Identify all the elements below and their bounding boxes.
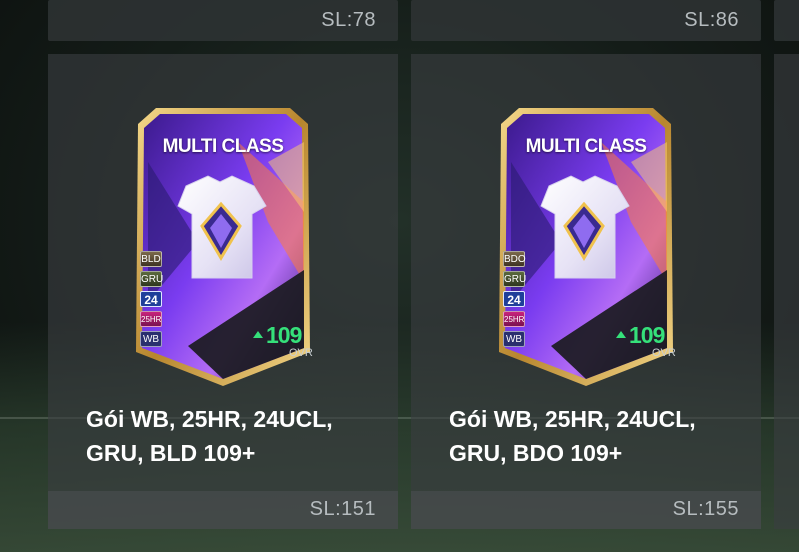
pack-tile-top-1[interactable]: SL:78 [48,0,398,41]
player-card: MULTI CLASS BLD GRU 24 25HR WB 109 OVR [128,102,318,392]
badge-season: 24 [140,291,162,307]
pack-footer: SL:155 [411,491,761,529]
pack-panel-3[interactable] [774,54,799,529]
position-badges: BDO GRU 24 25HR WB [503,251,527,351]
position-badges: BLD GRU 24 25HR WB [140,251,164,351]
sl-count: SL:155 [672,498,739,520]
card-class-label: MULTI CLASS [162,136,284,157]
pack-tile-top-2[interactable]: SL:86 [411,0,761,41]
ovr-label: OVR [289,347,313,359]
ovr-value: 109 [629,322,665,348]
pack-title: Gói WB, 25HR, 24UCL, GRU, BLD 109+ [86,406,333,466]
badge-season: 24 [503,291,525,307]
card-class-label: MULTI CLASS [525,136,647,157]
badge-season: 25HR [140,311,162,327]
player-card: MULTI CLASS BDO GRU 24 25HR WB 109 OVR [491,102,681,392]
sl-count: SL:86 [684,9,739,31]
up-arrow-icon [616,331,626,338]
badge-season: WB [140,331,162,347]
pack-title: Gói WB, 25HR, 24UCL, GRU, BDO 109+ [449,406,696,466]
pack-panel-1[interactable]: MULTI CLASS BLD GRU 24 25HR WB 109 OVR G… [48,54,398,529]
sl-count: SL:151 [309,498,376,520]
sl-count: SL:78 [321,9,376,31]
pack-panel-2[interactable]: MULTI CLASS BDO GRU 24 25HR WB 109 OVR G… [411,54,761,529]
ovr-value: 109 [266,322,302,348]
badge-season: GRU [503,271,526,287]
up-arrow-icon [253,331,263,338]
badge-season: WB [503,331,525,347]
badge-season: 25HR [503,311,525,327]
pack-footer: SL:151 [48,491,398,529]
pack-tile-top-3[interactable] [774,0,799,41]
badge-season: BLD [140,251,162,267]
badge-season: BDO [503,251,526,267]
ovr-label: OVR [652,347,676,359]
badge-season: GRU [140,271,163,287]
